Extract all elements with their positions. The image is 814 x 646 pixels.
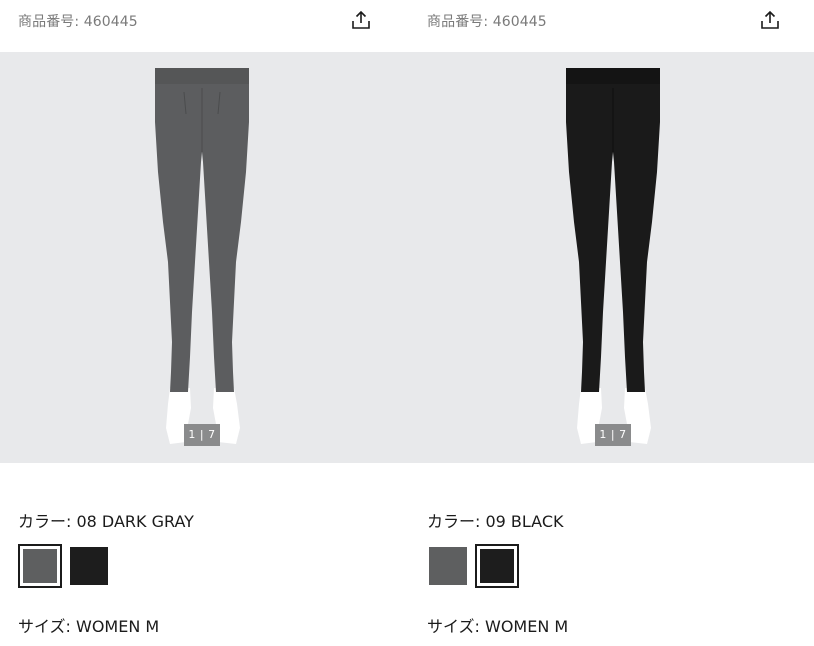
product-card-left: 商品番号: 460445 1 | 7 カラー: 08 DARK GRAY サイズ… — [0, 0, 408, 646]
share-button[interactable] — [759, 9, 781, 31]
swatch-chip — [429, 547, 467, 585]
share-button[interactable] — [350, 9, 372, 31]
swatch-black[interactable] — [475, 544, 519, 588]
swatch-dark-gray[interactable] — [18, 544, 62, 588]
image-counter: 1 | 7 — [595, 424, 631, 446]
leggings-image — [155, 68, 249, 444]
product-number: 商品番号: 460445 — [18, 14, 138, 30]
image-counter: 1 | 7 — [184, 424, 220, 446]
size-label: サイズ: WOMEN M — [18, 617, 160, 636]
product-header: 商品番号: 460445 — [0, 0, 407, 52]
product-image[interactable]: 1 | 7 — [0, 52, 408, 463]
color-label: カラー: 08 DARK GRAY — [18, 512, 194, 531]
product-image[interactable]: 1 | 7 — [407, 52, 814, 463]
size-label: サイズ: WOMEN M — [427, 617, 569, 636]
swatch-dark-gray[interactable] — [429, 547, 467, 585]
share-icon — [761, 10, 779, 29]
swatch-chip — [70, 547, 108, 585]
swatch-chip — [23, 549, 57, 583]
share-icon — [352, 10, 370, 29]
color-label: カラー: 09 BLACK — [427, 512, 564, 531]
leggings-image — [566, 68, 660, 444]
product-header: 商品番号: 460445 — [407, 0, 814, 52]
swatch-chip — [480, 549, 514, 583]
color-swatches — [429, 544, 527, 588]
swatch-black[interactable] — [70, 547, 108, 585]
product-number: 商品番号: 460445 — [427, 14, 547, 30]
product-comparison-page: 商品番号: 460445 1 | 7 カラー: 08 DARK GRAY サイズ… — [0, 0, 814, 646]
product-card-right: 商品番号: 460445 1 | 7 カラー: 09 BLACK サイズ: WO… — [407, 0, 814, 646]
color-swatches — [18, 544, 116, 588]
